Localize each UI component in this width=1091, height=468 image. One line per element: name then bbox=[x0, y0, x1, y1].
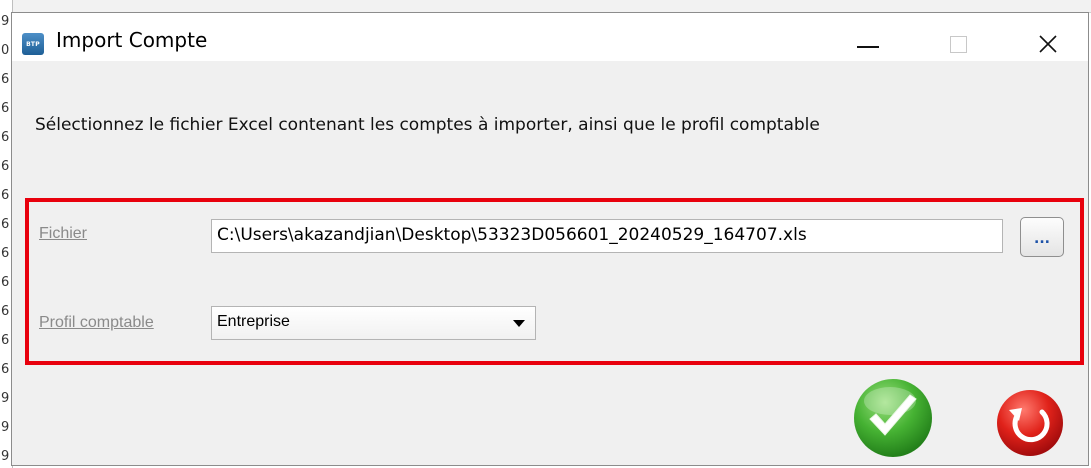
ok-button[interactable] bbox=[852, 377, 934, 459]
import-compte-dialog: BTP Import Compte Sélectionnez le fichie… bbox=[11, 12, 1089, 466]
minimize-icon bbox=[857, 46, 879, 48]
maximize-icon bbox=[949, 35, 967, 53]
browse-ellipsis-icon: ... bbox=[1034, 231, 1050, 247]
background-digit: 6 bbox=[1, 101, 10, 116]
background-digit: 6 bbox=[1, 188, 10, 203]
app-logo-icon: BTP bbox=[22, 33, 44, 55]
background-digit: 6 bbox=[1, 275, 10, 290]
checkmark-icon bbox=[854, 379, 932, 457]
cancel-button[interactable] bbox=[995, 388, 1065, 458]
background-digit: 6 bbox=[1, 304, 10, 319]
background-digit: 6 bbox=[1, 362, 10, 377]
maximize-button[interactable] bbox=[938, 27, 978, 61]
dropdown-arrow-icon bbox=[513, 320, 525, 327]
close-button[interactable] bbox=[1028, 27, 1068, 61]
background-digit: 9 bbox=[1, 14, 10, 29]
background-digit: 6 bbox=[1, 130, 10, 145]
file-label[interactable]: Fichier bbox=[39, 225, 87, 243]
window-title: Import Compte bbox=[56, 28, 208, 52]
browse-button[interactable]: ... bbox=[1020, 217, 1064, 257]
app-logo-text: BTP bbox=[26, 40, 40, 48]
instruction-text: Sélectionnez le fichier Excel contenant … bbox=[35, 115, 820, 135]
profile-selected-value: Entreprise bbox=[217, 313, 290, 330]
background-digit: 6 bbox=[1, 246, 10, 261]
file-path-input[interactable]: C:\Users\akazandjian\Desktop\53323D05660… bbox=[211, 219, 1003, 253]
background-digit: 6 bbox=[1, 333, 10, 348]
background-digit: 9 bbox=[1, 449, 10, 464]
background-digit: 6 bbox=[1, 72, 10, 87]
close-icon bbox=[1039, 35, 1057, 53]
profile-label[interactable]: Profil comptable bbox=[39, 314, 154, 332]
background-digit: 6 bbox=[1, 159, 10, 174]
background-digit: 6 bbox=[1, 217, 10, 232]
background-digit: 0 bbox=[1, 43, 10, 58]
profile-select[interactable]: Entreprise bbox=[211, 306, 536, 340]
minimize-button[interactable] bbox=[848, 27, 888, 61]
background-digit: 9 bbox=[1, 420, 10, 435]
background-digit: 9 bbox=[1, 391, 10, 406]
undo-icon bbox=[997, 390, 1063, 456]
title-bar[interactable]: BTP Import Compte bbox=[12, 13, 1088, 61]
